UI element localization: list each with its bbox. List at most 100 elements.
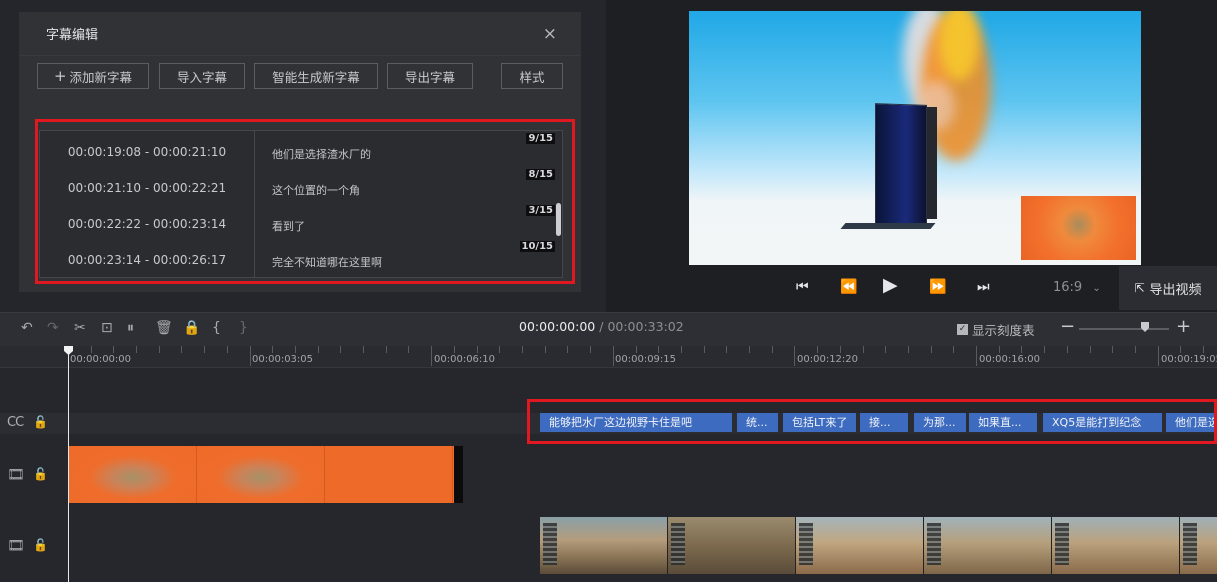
ruler-tick <box>340 346 341 353</box>
ruler-tick <box>181 346 182 353</box>
zoom-out-icon[interactable]: − <box>1060 316 1075 337</box>
lock-icon[interactable]: 🔓 <box>33 415 48 429</box>
ruler-tick <box>1044 346 1045 353</box>
ruler-tick <box>431 346 432 366</box>
ruler-tick <box>1090 346 1091 353</box>
rewind-icon[interactable]: ⏪ <box>840 277 857 297</box>
subtitle-clip[interactable]: 能够把水厂这边视野卡住是吧 <box>540 413 732 432</box>
video-clip-hands[interactable] <box>69 446 463 503</box>
panel-title: 字幕编辑 <box>46 28 99 43</box>
pc-case-base <box>840 223 936 229</box>
ruler-label: 00:00:00:00 <box>70 354 132 365</box>
ruler-tick <box>885 346 886 353</box>
import-subtitle-button[interactable]: 导入字幕 <box>159 63 245 89</box>
video-clip-game[interactable] <box>540 517 1217 574</box>
crop-icon[interactable]: ⊡ <box>101 318 113 338</box>
style-button[interactable]: 样式 <box>501 63 563 89</box>
ruler-label: 00:00:16:00 <box>979 354 1041 365</box>
ruler-tick <box>1112 346 1113 353</box>
char-count-badge: 10/15 <box>519 241 555 252</box>
auto-generate-subtitle-button[interactable]: 智能生成新字幕 <box>254 63 378 89</box>
ruler-tick <box>840 346 841 353</box>
ruler-tick <box>408 346 409 353</box>
undo-icon[interactable]: ↶ <box>21 318 33 338</box>
list-divider <box>254 130 255 278</box>
subtitle-row-text[interactable]: 他们是选择渣水厂的 <box>272 146 371 162</box>
fast-forward-icon[interactable]: ⏩ <box>929 277 946 297</box>
mark-in-icon[interactable]: { <box>212 318 221 338</box>
zoom-slider[interactable] <box>1079 328 1169 330</box>
split-icon[interactable]: ⏸ <box>127 318 134 338</box>
subtitle-clip[interactable]: 包括LT来了 <box>783 413 856 432</box>
chevron-down-icon: ⌄ <box>1092 283 1101 294</box>
mark-out-icon[interactable]: } <box>239 318 248 338</box>
char-count-badge: 9/15 <box>526 133 555 144</box>
ruler-tick <box>113 346 114 353</box>
ruler-label: 00:00:12:20 <box>797 354 859 365</box>
panel-header: 字幕编辑 <box>19 12 581 56</box>
ruler-tick <box>318 346 319 353</box>
add-subtitle-button[interactable]: + 添加新字幕 <box>37 63 149 89</box>
subtitle-row-text[interactable]: 完全不知道哪在这里啊 <box>272 254 382 270</box>
export-icon: ⇱ <box>1134 281 1145 295</box>
delete-icon[interactable]: 🗑 <box>155 318 173 338</box>
video-preview <box>689 11 1141 265</box>
subtitle-clip[interactable]: 如果直... <box>969 413 1037 432</box>
ruler-label: 00:00:19:05 <box>1161 354 1217 365</box>
ruler-tick <box>91 346 92 353</box>
ruler-tick <box>749 346 750 353</box>
skip-end-icon[interactable]: ⏭ <box>977 277 990 297</box>
ruler-tick <box>908 346 909 353</box>
ruler-tick <box>613 346 614 366</box>
ruler-tick <box>704 346 705 353</box>
ruler-tick <box>159 346 160 353</box>
subtitle-row-time[interactable]: 00:00:19:08 - 00:00:21:10 <box>40 145 254 159</box>
list-scrollbar[interactable] <box>556 203 561 236</box>
cc-icon: CC <box>7 415 24 430</box>
export-video-button[interactable]: ⇱ 导出视频 <box>1119 266 1217 310</box>
subtitle-row-time[interactable]: 00:00:22:22 - 00:00:23:14 <box>40 217 254 231</box>
subtitle-row-text[interactable]: 看到了 <box>272 218 305 234</box>
char-count-badge: 3/15 <box>526 205 555 216</box>
ruler-tick <box>499 346 500 353</box>
film-icon: 🎞 <box>7 467 25 483</box>
ruler-tick <box>1067 346 1068 353</box>
ruler-tick <box>545 346 546 353</box>
ruler-tick <box>863 346 864 353</box>
playhead[interactable] <box>68 352 69 582</box>
ruler-tick <box>136 346 137 353</box>
ruler-tick <box>772 346 773 353</box>
show-scale-checkbox[interactable]: ✓ 显示刻度表 <box>957 320 1035 339</box>
redo-icon[interactable]: ↷ <box>47 318 59 338</box>
ruler-tick <box>681 346 682 353</box>
subtitle-clip[interactable]: 为那... <box>914 413 966 432</box>
lock-icon[interactable]: 🔓 <box>33 467 48 481</box>
subtitle-clip[interactable]: 接... <box>860 413 908 432</box>
ruler-tick <box>658 346 659 353</box>
ruler-tick <box>1021 346 1022 353</box>
ruler-tick <box>636 346 637 353</box>
skip-start-icon[interactable]: ⏮ <box>796 277 809 297</box>
subtitle-clip[interactable]: 统... <box>737 413 778 432</box>
subtitle-clip[interactable]: XQ5是能打到纪念 <box>1043 413 1162 432</box>
subtitle-row-time[interactable]: 00:00:23:14 - 00:00:26:17 <box>40 253 254 267</box>
ruler-tick <box>1158 346 1159 366</box>
subtitle-clip[interactable]: 他们是选 <box>1166 413 1217 432</box>
lock-icon[interactable]: 🔓 <box>33 538 48 552</box>
cut-icon[interactable]: ✂ <box>74 318 86 338</box>
close-icon[interactable]: × <box>543 24 557 44</box>
ruler-tick <box>817 346 818 353</box>
play-icon[interactable]: ▶ <box>883 275 898 295</box>
ruler-tick <box>363 346 364 353</box>
export-subtitle-button[interactable]: 导出字幕 <box>387 63 473 89</box>
lock-icon[interactable]: 🔒 <box>183 318 200 338</box>
ruler-tick <box>590 346 591 353</box>
ruler-tick <box>999 346 1000 353</box>
subtitle-row-text[interactable]: 这个位置的一个角 <box>272 182 360 198</box>
aspect-ratio-select[interactable]: 16:9 ⌄ <box>1053 280 1101 295</box>
zoom-in-icon[interactable]: + <box>1176 316 1191 337</box>
ruler-tick <box>794 346 795 366</box>
subtitle-row-time[interactable]: 00:00:21:10 - 00:00:22:21 <box>40 181 254 195</box>
ruler-tick <box>272 346 273 353</box>
ruler-tick <box>1180 346 1181 353</box>
